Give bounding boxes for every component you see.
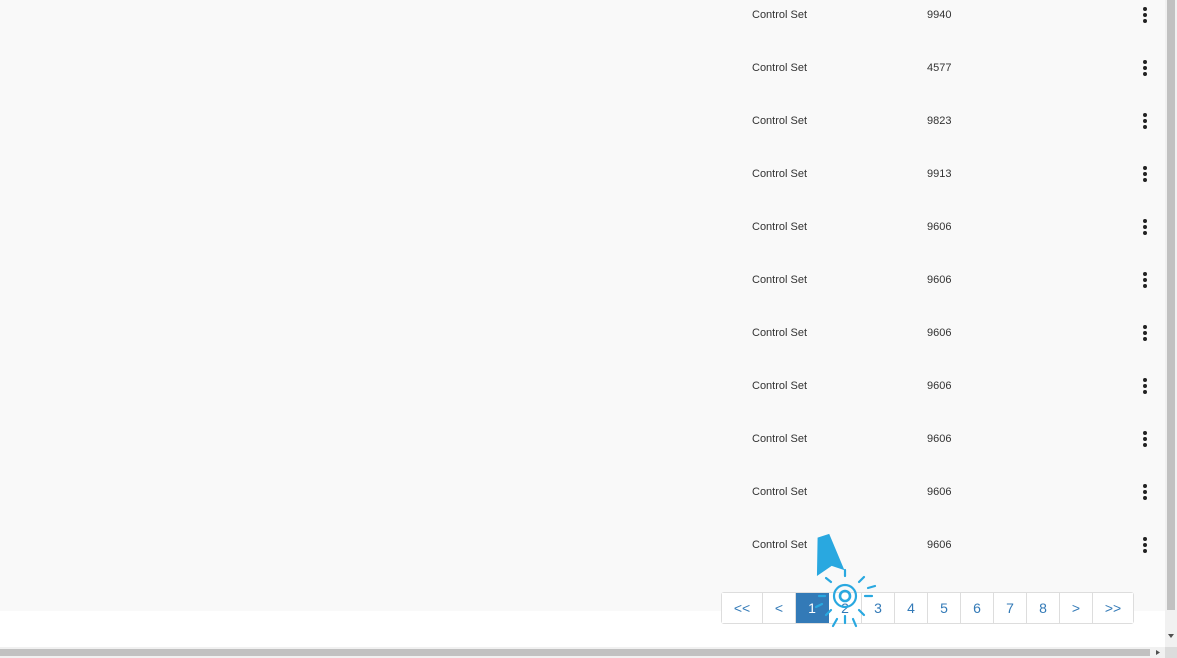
more-vertical-icon[interactable]	[1134, 533, 1156, 557]
row-id-cell: 9940	[927, 9, 952, 21]
row-id-cell: 4577	[927, 62, 952, 74]
scroll-right-arrow-icon[interactable]	[1152, 647, 1163, 658]
row-id-cell: 9823	[927, 115, 952, 127]
table-row: Control Set 9940	[0, 0, 1165, 53]
row-type-cell: Control Set	[752, 62, 808, 74]
row-type-cell: Control Set	[752, 221, 808, 233]
table-row: Control Set 9606	[0, 265, 1165, 318]
table-row: Control Set 9606	[0, 371, 1165, 424]
row-type-cell: Control Set	[752, 9, 808, 21]
page-button-5[interactable]: 5	[928, 593, 961, 623]
more-vertical-icon[interactable]	[1134, 268, 1156, 292]
row-type-cell: Control Set	[752, 115, 808, 127]
horizontal-scrollbar[interactable]	[0, 647, 1165, 658]
first-page-button[interactable]: <<	[722, 593, 763, 623]
row-id-cell: 9606	[927, 327, 952, 339]
table-container: Control Set 9940 Control Set 4577 Contro…	[0, 0, 1165, 611]
more-vertical-icon[interactable]	[1134, 215, 1156, 239]
row-type-cell: Control Set	[752, 486, 808, 498]
more-vertical-icon[interactable]	[1134, 56, 1156, 80]
more-vertical-icon[interactable]	[1134, 480, 1156, 504]
row-type-cell: Control Set	[752, 433, 808, 445]
row-id-cell: 9606	[927, 380, 952, 392]
row-id-cell: 9606	[927, 433, 952, 445]
table-row: Control Set 9606	[0, 477, 1165, 530]
row-type-cell: Control Set	[752, 327, 808, 339]
table-row: Control Set 9606	[0, 530, 1165, 583]
scrollbar-corner	[1165, 647, 1177, 658]
more-vertical-icon[interactable]	[1134, 374, 1156, 398]
table-row: Control Set 9606	[0, 212, 1165, 265]
table-row: Control Set 9606	[0, 318, 1165, 371]
page-button-7[interactable]: 7	[994, 593, 1027, 623]
more-vertical-icon[interactable]	[1134, 427, 1156, 451]
row-type-cell: Control Set	[752, 168, 808, 180]
row-id-cell: 9606	[927, 274, 952, 286]
row-id-cell: 9606	[927, 539, 952, 551]
row-id-cell: 9606	[927, 486, 952, 498]
table-row: Control Set 9823	[0, 106, 1165, 159]
page-button-1[interactable]: 1	[796, 593, 829, 623]
page-button-3[interactable]: 3	[862, 593, 895, 623]
table-row: Control Set 4577	[0, 53, 1165, 106]
more-vertical-icon[interactable]	[1134, 162, 1156, 186]
more-vertical-icon[interactable]	[1134, 109, 1156, 133]
last-page-button[interactable]: >>	[1093, 593, 1133, 623]
page-button-2[interactable]: 2	[829, 593, 862, 623]
row-type-cell: Control Set	[752, 380, 808, 392]
vertical-scrollbar[interactable]	[1165, 0, 1177, 647]
page-button-8[interactable]: 8	[1027, 593, 1060, 623]
table-row: Control Set 9606	[0, 424, 1165, 477]
pagination: << < 1 2 3 4 5 6 7 8 > >>	[721, 592, 1134, 624]
row-id-cell: 9913	[927, 168, 952, 180]
table-row: Control Set 9913	[0, 159, 1165, 212]
viewport: Control Set 9940 Control Set 4577 Contro…	[0, 0, 1165, 647]
row-id-cell: 9606	[927, 221, 952, 233]
more-vertical-icon[interactable]	[1134, 321, 1156, 345]
previous-page-button[interactable]: <	[763, 593, 796, 623]
page-button-6[interactable]: 6	[961, 593, 994, 623]
page-button-4[interactable]: 4	[895, 593, 928, 623]
scroll-down-arrow-icon[interactable]	[1165, 630, 1177, 642]
row-type-cell: Control Set	[752, 274, 808, 286]
next-page-button[interactable]: >	[1060, 593, 1093, 623]
more-vertical-icon[interactable]	[1134, 3, 1156, 27]
horizontal-scrollbar-thumb[interactable]	[0, 649, 1150, 656]
row-type-cell: Control Set	[752, 539, 808, 551]
vertical-scrollbar-thumb[interactable]	[1167, 0, 1175, 610]
